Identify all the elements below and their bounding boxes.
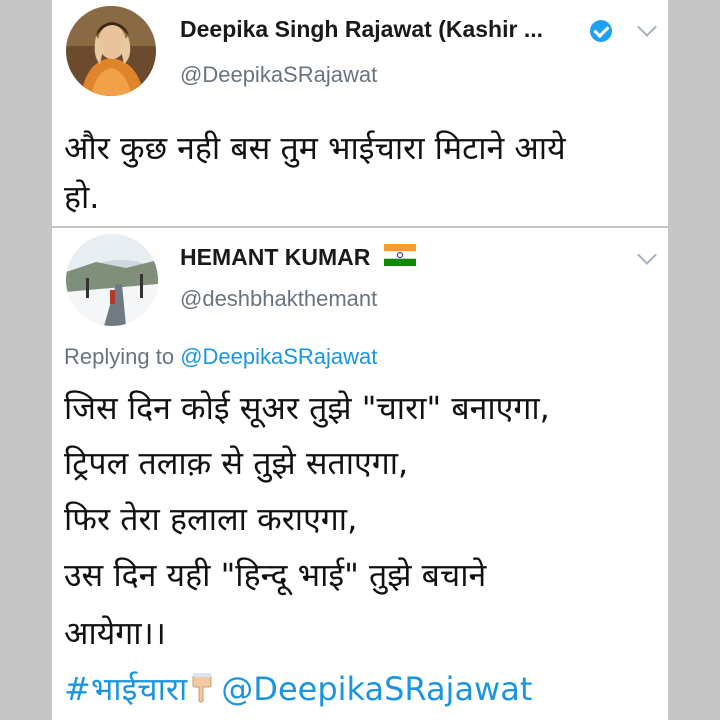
tweet-text-line-2: ट्रिपल तलाक़ से तुझे सताएगा,	[64, 444, 409, 482]
user-handle[interactable]: @DeepikaSRajawat	[180, 62, 377, 88]
replying-to-line: Replying to @DeepikaSRajawat	[64, 344, 377, 370]
reply-mention-link[interactable]: @DeepikaSRajawat	[180, 344, 377, 369]
tweet-card-deepika[interactable]: Deepika Singh Rajawat (Kashir ... @Deepi…	[52, 0, 668, 226]
avatar-deepika[interactable]	[66, 6, 156, 96]
tweet-tags-line: #भाईचारा @DeepikaSRajawat	[64, 664, 532, 714]
screenshot-page: Deepika Singh Rajawat (Kashir ... @Deepi…	[0, 0, 720, 720]
tweet-text-line-3: फिर तेरा हलाला कराएगा,	[64, 500, 358, 538]
replying-to-label: Replying to	[64, 344, 181, 369]
tweet-text-line-1: और कुछ नही बस तुम भाईचारा मिटाने आये	[64, 129, 566, 167]
tweet-text-line-2: हो.	[64, 178, 100, 216]
tweet-text-line-5: आयेगा।।	[64, 614, 166, 652]
verified-badge-icon	[590, 20, 612, 42]
avatar-hemant[interactable]	[66, 234, 158, 326]
pointing-down-hand-icon	[192, 673, 212, 703]
mention-link[interactable]: @DeepikaSRajawat	[221, 670, 532, 708]
tweet-card-hemant[interactable]: HEMANT KUMAR @deshbhakthemant Replying t…	[52, 228, 668, 720]
display-name[interactable]: HEMANT KUMAR	[180, 244, 370, 271]
india-flag-icon	[384, 244, 416, 266]
user-handle[interactable]: @deshbhakthemant	[180, 286, 377, 312]
tweet-text-line-1: जिस दिन कोई सूअर तुझे "चारा" बनाएगा,	[64, 389, 550, 427]
chevron-down-icon[interactable]	[637, 17, 657, 37]
avatar-photo-icon	[66, 234, 158, 326]
avatar-photo-icon	[66, 6, 156, 96]
display-name[interactable]: Deepika Singh Rajawat (Kashir ...	[180, 16, 543, 43]
tweet-text-line-4: उस दिन यही "हिन्दू भाई" तुझे बचाने	[64, 556, 487, 594]
chevron-down-icon[interactable]	[637, 245, 657, 265]
hashtag-link[interactable]: #भाईचारा	[64, 670, 187, 708]
